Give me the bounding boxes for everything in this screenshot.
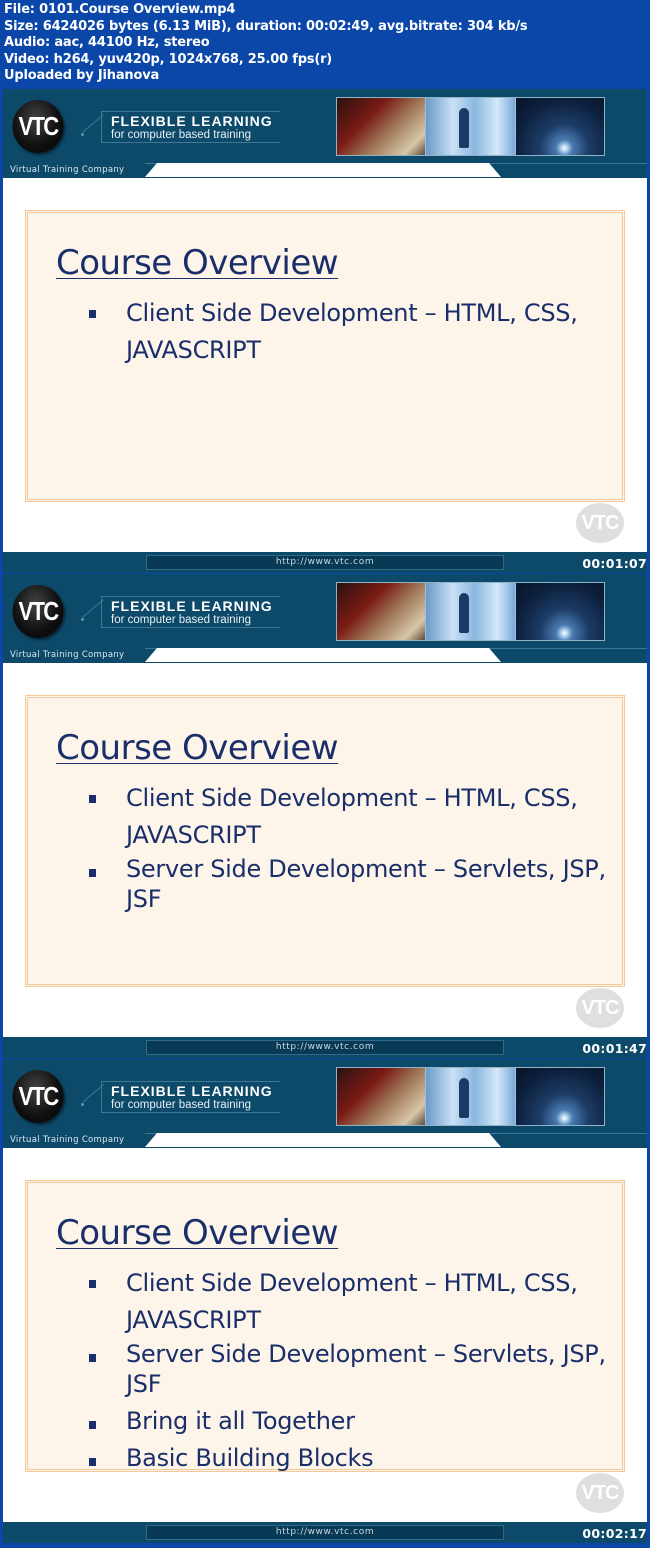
tagline-sub: for computer based training — [111, 1099, 251, 1111]
photo-hand-keyboard — [337, 1068, 426, 1125]
vtc-header: VTC FLEXIBLE LEARNING for computer based… — [3, 574, 647, 663]
timestamp: 00:01:07 — [582, 556, 647, 571]
photo-planet-horizon — [515, 1068, 604, 1125]
video-info: Video: h264, yuv420p, 1024x768, 25.00 fp… — [4, 51, 333, 67]
company-name: Virtual Training Company — [3, 648, 145, 662]
slide-panel: Course Overview Client Side Development … — [25, 695, 625, 987]
photo-businessman — [425, 1068, 516, 1125]
company-name: Virtual Training Company — [3, 163, 145, 177]
vtc-footer: http://www.vtc.com 00:01:07 — [3, 552, 647, 573]
header-photos — [336, 582, 605, 641]
vtc-watermark: VTC — [576, 503, 624, 543]
vtc-logo: VTC — [12, 100, 64, 153]
vtc-url: http://www.vtc.com — [146, 1525, 504, 1540]
bullet-list: Client Side Development – HTML, CSS, JAV… — [88, 1265, 608, 1480]
header-cutout — [145, 1133, 501, 1147]
tagline-sub: for computer based training — [111, 614, 251, 626]
bullet-item: Bring it all Together — [88, 1406, 608, 1436]
tagline-main: FLEXIBLE LEARNING — [111, 113, 273, 129]
timestamp: 00:02:17 — [582, 1526, 647, 1541]
slide-panel: Course Overview Client Side Development … — [25, 1180, 625, 1472]
tagline-sub: for computer based training — [111, 129, 251, 141]
vtc-logo: VTC — [12, 1070, 64, 1123]
header-photos — [336, 1067, 605, 1126]
slide-panel: Course Overview Client Side Development … — [25, 210, 625, 502]
vtc-watermark: VTC — [576, 1473, 624, 1513]
bullet-item: Server Side Development – Servlets, JSP,… — [88, 854, 608, 914]
company-name: Virtual Training Company — [3, 1133, 145, 1147]
bullet-item: Client Side Development – HTML, CSS, JAV… — [88, 295, 608, 369]
header-cutout — [145, 648, 501, 662]
photo-planet-horizon — [515, 98, 604, 155]
photo-businessman — [425, 583, 516, 640]
file-size: Size: 6424026 bytes (6.13 MiB), duration… — [4, 18, 528, 34]
timestamp: 00:01:47 — [582, 1041, 647, 1056]
vtc-header: VTC FLEXIBLE LEARNING for computer based… — [3, 1059, 647, 1148]
vtc-watermark: VTC — [576, 988, 624, 1028]
slide-title: Course Overview — [56, 243, 339, 283]
slide-title: Course Overview — [56, 728, 339, 768]
vtc-footer: http://www.vtc.com 00:02:17 — [3, 1522, 647, 1543]
vtc-logo: VTC — [12, 585, 64, 638]
slide-title: Course Overview — [56, 1213, 339, 1253]
media-info: File: 0101.Course Overview.mp4 Size: 642… — [4, 2, 528, 85]
tagline-main: FLEXIBLE LEARNING — [111, 1083, 273, 1099]
file-name: File: 0101.Course Overview.mp4 — [4, 2, 236, 17]
photo-hand-keyboard — [337, 583, 426, 640]
header-photos — [336, 97, 605, 156]
vtc-header: VTC FLEXIBLE LEARNING for computer based… — [3, 89, 647, 178]
photo-planet-horizon — [515, 583, 604, 640]
bullet-item: Basic Building Blocks — [88, 1443, 608, 1473]
bullet-item: Client Side Development – HTML, CSS, JAV… — [88, 1265, 608, 1339]
bullet-list: Client Side Development – HTML, CSS, JAV… — [88, 295, 608, 369]
vtc-footer: http://www.vtc.com 00:01:47 — [3, 1037, 647, 1058]
bullet-list: Client Side Development – HTML, CSS, JAV… — [88, 780, 608, 921]
video-frame-2: VTC FLEXIBLE LEARNING for computer based… — [3, 574, 647, 1058]
vtc-url: http://www.vtc.com — [146, 555, 504, 570]
photo-hand-keyboard — [337, 98, 426, 155]
uploader: Uploaded by Jihanova — [4, 68, 160, 84]
tagline-main: FLEXIBLE LEARNING — [111, 598, 273, 614]
header-cutout — [145, 163, 501, 177]
vtc-url: http://www.vtc.com — [146, 1040, 504, 1055]
bullet-item: Server Side Development – Servlets, JSP,… — [88, 1339, 608, 1399]
decor-dot — [81, 133, 84, 136]
video-frame-3: VTC FLEXIBLE LEARNING for computer based… — [3, 1059, 647, 1543]
bullet-item: Client Side Development – HTML, CSS, JAV… — [88, 780, 608, 854]
audio-info: Audio: aac, 44100 Hz, stereo — [4, 35, 210, 51]
decor-dot — [81, 1103, 84, 1106]
photo-businessman — [425, 98, 516, 155]
decor-dot — [81, 618, 84, 621]
video-frame-1: VTC FLEXIBLE LEARNING for computer based… — [3, 89, 647, 573]
